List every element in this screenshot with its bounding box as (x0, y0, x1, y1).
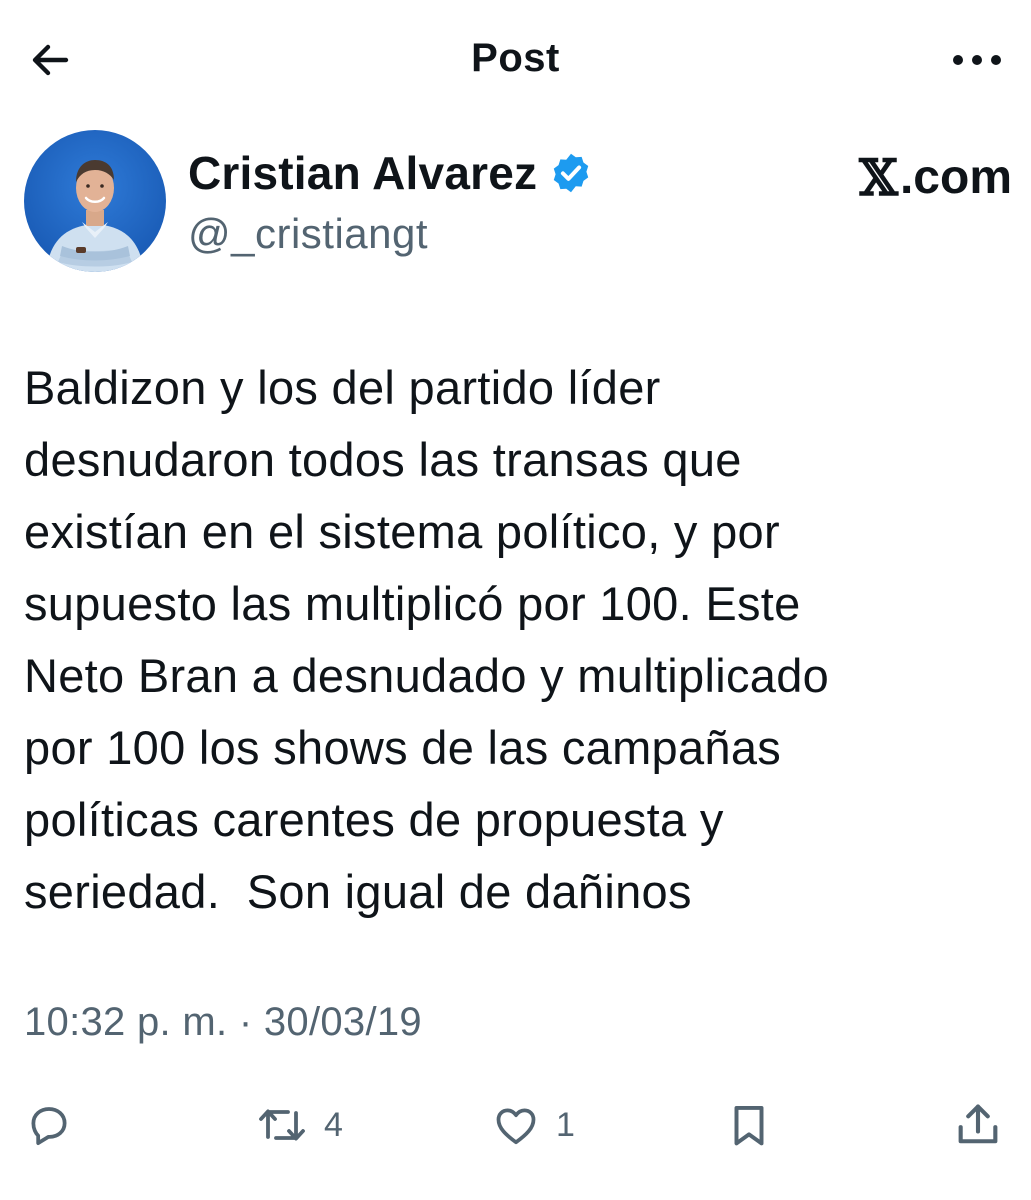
user-handle[interactable]: @_cristiangt (188, 210, 593, 258)
author-names: Cristian Alvarez @_cristiangt (188, 144, 593, 258)
like-button[interactable]: 1 (490, 1090, 575, 1160)
top-bar: Post (0, 0, 1031, 116)
retweet-button[interactable]: 4 (254, 1090, 343, 1160)
retweet-count: 4 (324, 1105, 343, 1144)
tweet-text: Baldizon y los del partido líder desnuda… (24, 361, 830, 918)
page-title: Post (471, 36, 560, 80)
share-icon (958, 1104, 998, 1144)
bookmark-button[interactable] (724, 1090, 774, 1160)
display-name[interactable]: Cristian Alvarez (188, 146, 537, 200)
watermark-text: .com (899, 151, 1012, 204)
more-horizontal-icon (953, 55, 1001, 65)
heart-icon (496, 1108, 536, 1145)
verified-badge-icon (553, 153, 589, 193)
like-count: 1 (556, 1105, 575, 1144)
tweet-timestamp[interactable]: 10:32 p. m. · 30/03/19 (24, 1000, 422, 1045)
avatar[interactable] (24, 130, 166, 272)
retweet-icon (259, 1109, 305, 1141)
bookmark-icon (734, 1105, 764, 1146)
reply-icon (31, 1107, 67, 1145)
reply-button[interactable] (24, 1090, 74, 1160)
avatar-photo (24, 130, 166, 272)
author-header: Cristian Alvarez @_cristiangt 𝕏 .com (22, 130, 1012, 275)
share-button[interactable] (952, 1090, 1004, 1160)
action-bar: 4 1 (0, 1090, 1031, 1160)
more-button[interactable] (945, 32, 1009, 88)
x-logo-glyph: 𝕏 (859, 148, 898, 207)
x-com-watermark: 𝕏 .com (859, 148, 1012, 207)
display-name-row: Cristian Alvarez (188, 144, 593, 202)
